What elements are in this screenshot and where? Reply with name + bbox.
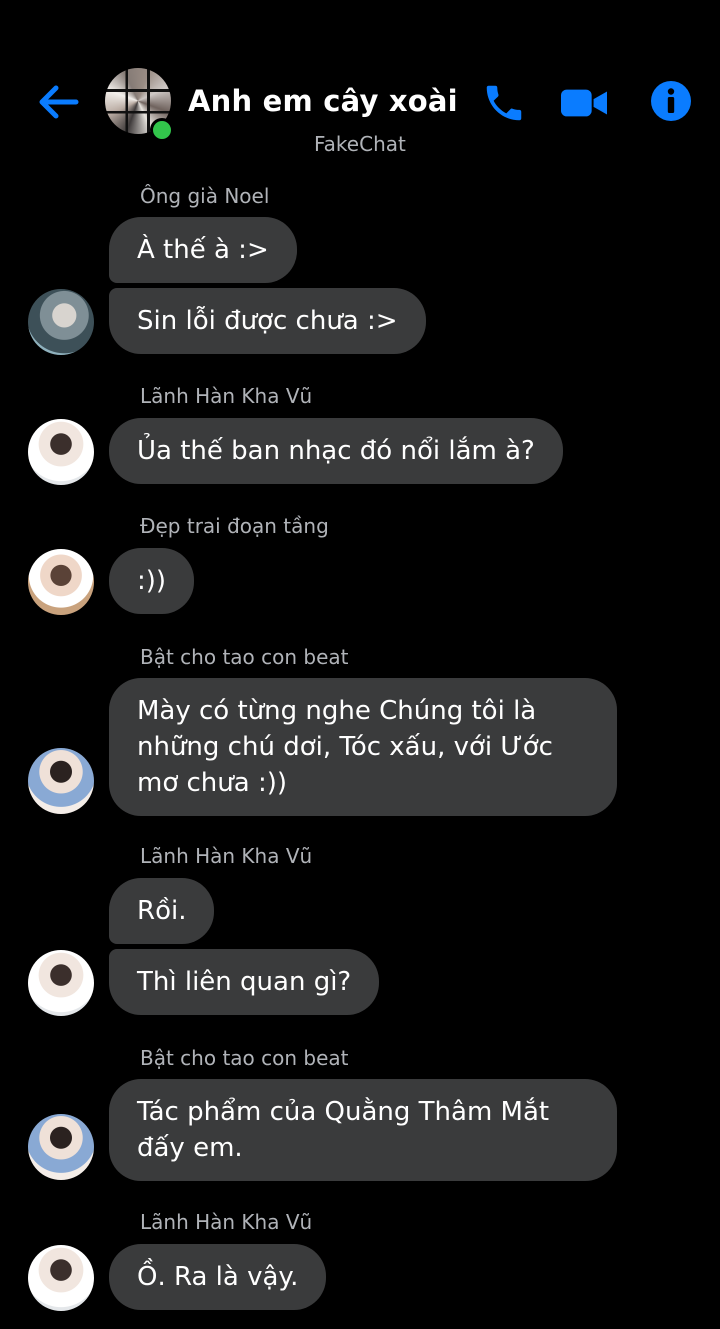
message-bubble[interactable]: :)) [109,548,195,614]
sender-name: Lãnh Hàn Kha Vũ [140,844,313,868]
sender-name: Bật cho tao con beat [140,1046,349,1070]
message-bubble[interactable]: Mày có từng nghe Chúng tôi là những chú … [109,678,617,816]
sender-name: Ông già Noel [140,184,270,208]
message-bubble[interactable]: Sin lỗi được chưa :> [109,288,426,354]
sender-name: Đẹp trai đoạn tầng [140,514,329,538]
avatar[interactable] [28,748,94,814]
message-bubble[interactable]: Thì liên quan gì? [109,949,380,1015]
avatar[interactable] [28,289,94,355]
avatar[interactable] [28,1245,94,1311]
chat-header: Anh em cây xoài FakeChat [0,0,720,170]
sender-name: Lãnh Hàn Kha Vũ [140,384,313,408]
info-icon[interactable] [650,80,692,122]
message-bubble[interactable]: Rồi. [109,878,215,944]
avatar[interactable] [28,950,94,1016]
message-bubble[interactable]: Ồ. Ra là vậy. [109,1244,327,1310]
avatar[interactable] [28,419,94,485]
avatar[interactable] [28,549,94,615]
online-status-dot [150,118,174,142]
back-arrow-icon[interactable] [36,82,80,122]
conversation-subtitle: FakeChat [314,132,406,156]
conversation-title[interactable]: Anh em cây xoài [188,84,458,118]
message-bubble[interactable]: Ủa thế ban nhạc đó nổi lắm à? [109,418,563,484]
message-bubble[interactable]: Tác phẩm của Quằng Thâm Mắt đấy em. [109,1079,617,1181]
message-bubble[interactable]: À thế à :> [109,217,297,283]
phone-icon[interactable] [480,80,528,126]
video-camera-icon[interactable] [558,80,610,126]
sender-name: Lãnh Hàn Kha Vũ [140,1210,313,1234]
avatar[interactable] [28,1114,94,1180]
sender-name: Bật cho tao con beat [140,645,349,669]
